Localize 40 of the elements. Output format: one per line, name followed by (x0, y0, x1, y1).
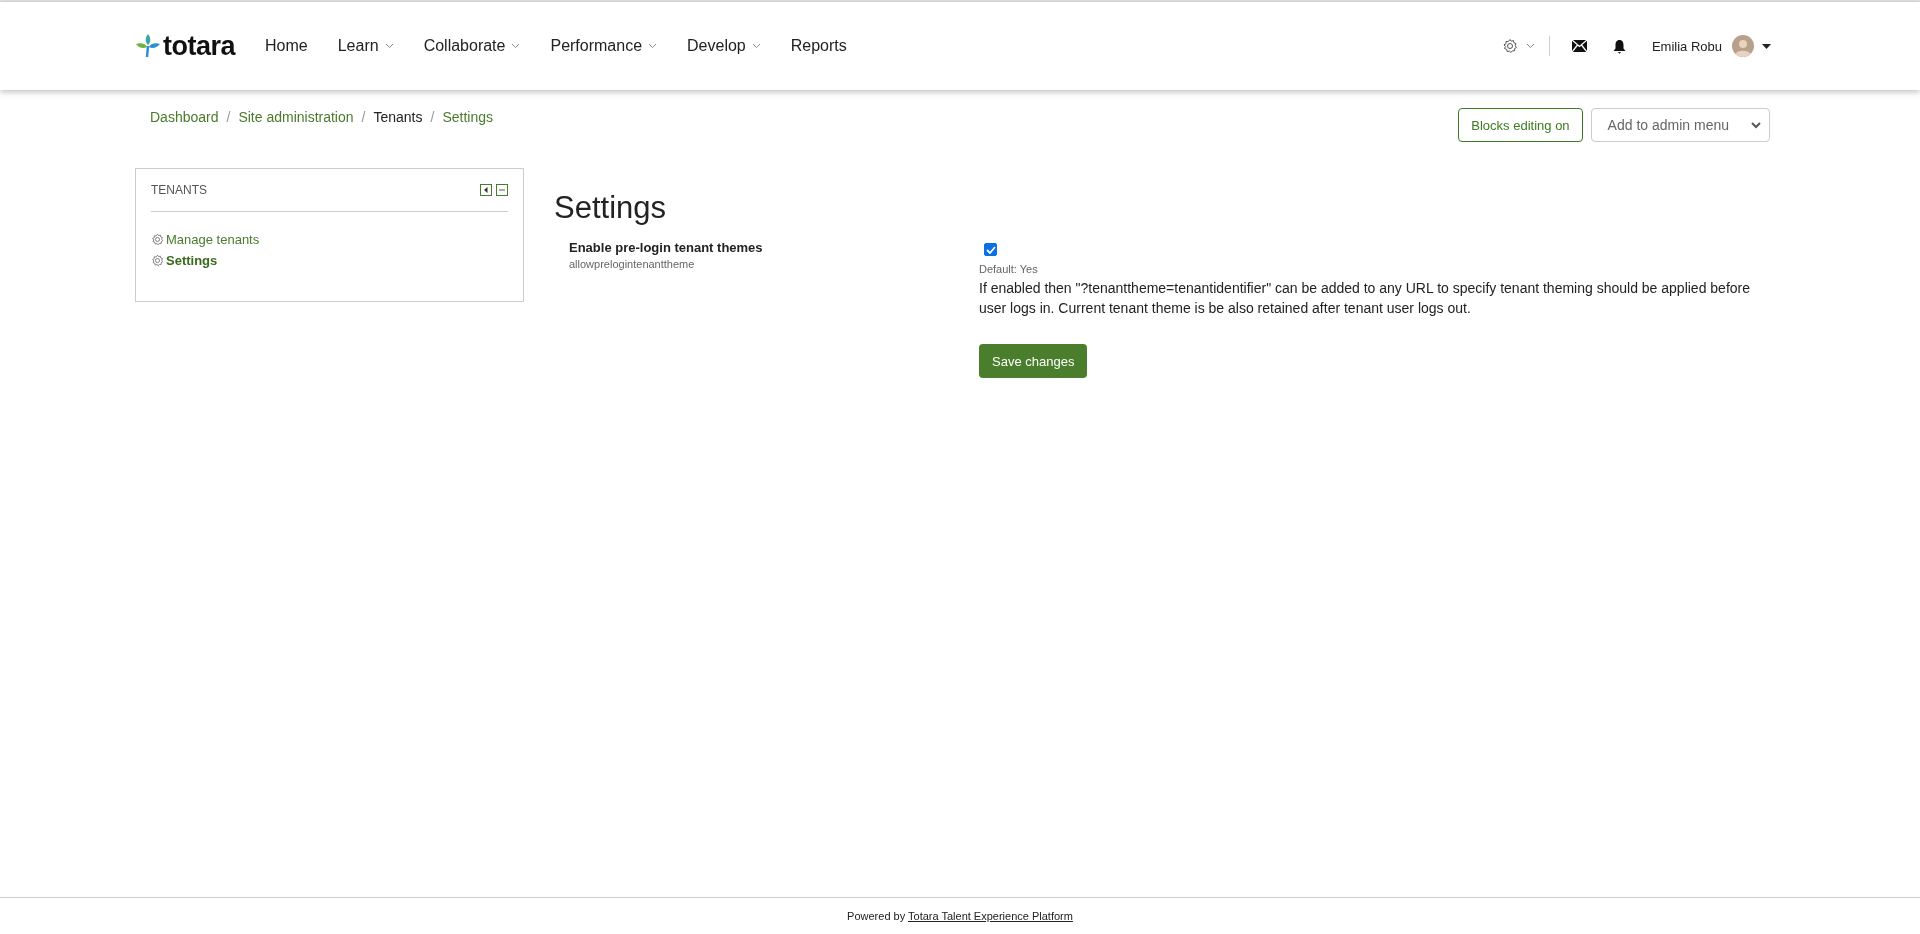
setting-description: If enabled then "?tenanttheme=tenantidentifier" can be added to any URL to specify tenant theming should be applied before user logs in. Current tenant theme is be also retained after tenant user logs out. (979, 279, 1752, 318)
setting-key: allowprelogintenanttheme (569, 258, 979, 270)
bell-icon[interactable] (1612, 38, 1626, 54)
checkbox[interactable] (984, 243, 997, 256)
breadcrumb-separator: / (361, 109, 366, 127)
nav-menu-item[interactable]: Learn (337, 37, 394, 55)
breadcrumb-current: Tenants (373, 109, 423, 127)
breadcrumb-link[interactable]: Site administration (238, 109, 354, 142)
leaf-icon (135, 33, 161, 59)
save-button[interactable]: Save changes (979, 344, 1088, 378)
blocks-editing-button[interactable]: Blocks editing on (1458, 108, 1583, 142)
nav-menu-item[interactable]: Home (265, 37, 308, 55)
page-heading: Settings (554, 190, 667, 226)
breadcrumb-separator: / (430, 109, 435, 127)
nav-menu-item[interactable]: Collaborate (423, 37, 521, 55)
dock-icon[interactable] (480, 184, 492, 196)
nav-menu-item[interactable]: Develop (687, 37, 761, 55)
breadcrumb-link[interactable]: Settings (442, 109, 493, 142)
block-title: TENANTS (151, 183, 207, 197)
nav-menu-item[interactable]: Performance (550, 37, 658, 55)
footer-text: Powered by Totara Talent Experience Platform (847, 910, 1073, 922)
block-menu-item[interactable]: Settings (151, 253, 508, 268)
user-name[interactable]: Emilia Robu (1651, 38, 1722, 54)
chevron-down-icon (1525, 43, 1535, 49)
admin-menu-select[interactable]: Add to admin menu (1590, 108, 1770, 142)
block-menu-item[interactable]: Manage tenants (151, 232, 508, 247)
settings-icon[interactable] (1501, 38, 1518, 54)
totara-logo[interactable]: totara (135, 30, 235, 62)
collapse-icon[interactable] (496, 184, 508, 196)
footer-link[interactable]: Totara Talent Experience Platform (908, 910, 1073, 922)
gear-icon (151, 254, 164, 267)
breadcrumb-link[interactable]: Dashboard (150, 109, 219, 142)
setting-label: Enable pre-login tenant themes (569, 240, 764, 255)
chevron-down-icon (1751, 121, 1761, 129)
nav-menu-item[interactable]: Reports (790, 37, 847, 55)
gear-icon (151, 233, 164, 246)
default-value: Default: Yes (979, 263, 1038, 275)
envelope-icon[interactable] (1571, 40, 1587, 52)
breadcrumb-separator: / (226, 109, 231, 127)
caret-down-icon[interactable] (1762, 43, 1771, 49)
